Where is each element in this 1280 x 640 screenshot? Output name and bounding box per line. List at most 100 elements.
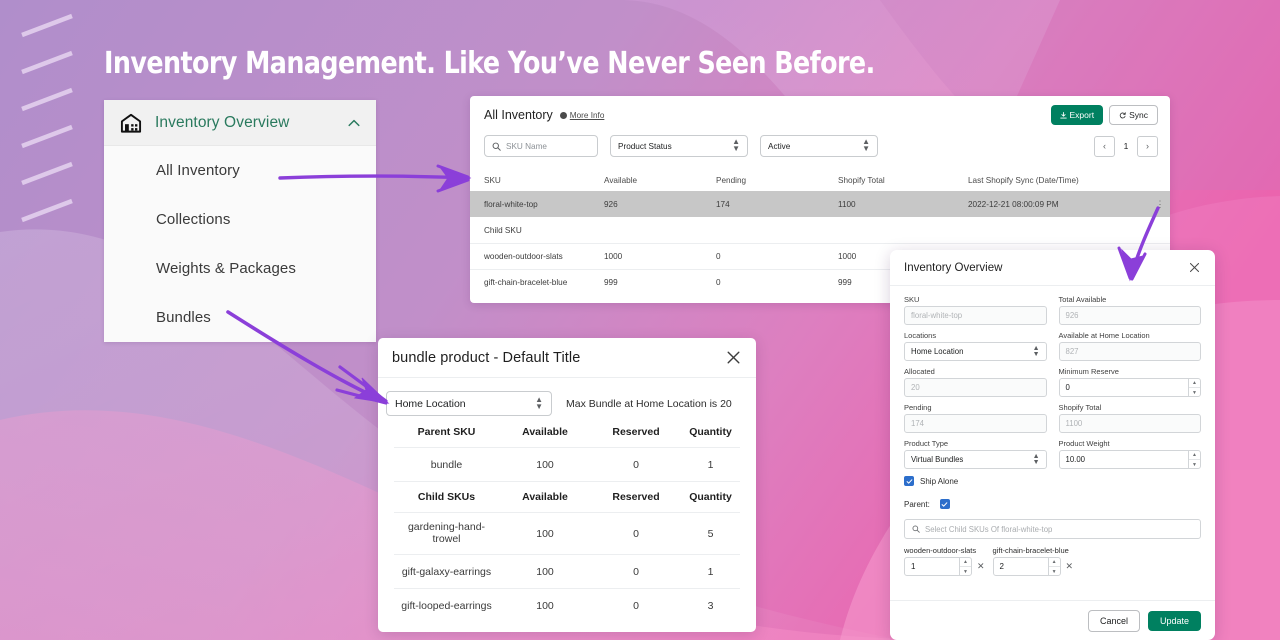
update-button[interactable]: Update bbox=[1147, 610, 1201, 631]
close-icon[interactable] bbox=[725, 349, 742, 366]
sidebar-item-all-inventory[interactable]: All Inventory bbox=[104, 146, 376, 195]
field-label: Minimum Reserve bbox=[1058, 367, 1119, 376]
total-available-input[interactable]: 926 bbox=[1058, 306, 1201, 325]
select-caret-icon: ▲ ▼ bbox=[862, 137, 870, 153]
product-status-select[interactable]: Product Status ▲ ▼ bbox=[610, 135, 748, 157]
cell-quantity: 3 bbox=[707, 599, 714, 612]
locations-select[interactable]: Home Location ▲ ▼ bbox=[904, 342, 1047, 361]
page-number: 1 bbox=[1123, 141, 1129, 151]
allocated-input[interactable]: 20 bbox=[904, 378, 1047, 397]
field-label: SKU bbox=[904, 295, 920, 304]
more-info-label: More Info bbox=[569, 110, 605, 120]
stepper-icon[interactable]: ▲ ▼ bbox=[1188, 450, 1200, 469]
minimum-reserve-stepper[interactable]: 0 ▲ ▼ bbox=[1058, 378, 1201, 397]
sidebar-header[interactable]: Inventory Overview bbox=[104, 100, 376, 146]
ship-alone-row[interactable]: Ship Alone bbox=[904, 476, 1201, 486]
inventory-toolbar: All Inventory More Info Export Sync bbox=[470, 96, 1170, 125]
available-home-input[interactable]: 827 bbox=[1058, 342, 1201, 361]
child-sku-chip: wooden-outdoor-slats 1 ▲ ▼ ✕ bbox=[904, 546, 985, 576]
next-page-button[interactable]: › bbox=[1137, 135, 1158, 157]
remove-chip-icon[interactable]: ✕ bbox=[1066, 561, 1074, 572]
product-type-select[interactable]: Virtual Bundles ▲ ▼ bbox=[904, 450, 1047, 469]
field-row: SKU floral-white-top Total Available 926 bbox=[904, 295, 1201, 325]
cell-available: 100 bbox=[536, 458, 554, 471]
child-sku-chips: wooden-outdoor-slats 1 ▲ ▼ ✕ gift-chain-b… bbox=[904, 546, 1201, 576]
refresh-icon bbox=[1119, 111, 1126, 118]
field-locations: Locations Home Location ▲ ▼ bbox=[904, 331, 1047, 361]
product-status-value: Product Status bbox=[618, 141, 672, 151]
cell-reserved: 0 bbox=[633, 458, 639, 471]
bundle-parent-table: Parent SKU Available Reserved Quantity b… bbox=[378, 416, 756, 481]
prev-page-button[interactable]: ‹ bbox=[1094, 135, 1115, 157]
column-header-reserved: Reserved bbox=[612, 425, 660, 438]
sync-button[interactable]: Sync bbox=[1109, 105, 1158, 125]
cell-child-sku: gardening-hand- trowel bbox=[407, 520, 486, 545]
column-header-available: Available bbox=[604, 175, 638, 185]
shopify-total-input[interactable]: 1100 bbox=[1058, 414, 1201, 433]
cell-available: 999 bbox=[604, 278, 618, 287]
cell-available: 100 bbox=[536, 565, 554, 578]
chip-quantity-stepper[interactable]: 1 ▲ ▼ bbox=[904, 557, 972, 576]
table-row: gift-galaxy-earrings 100 0 1 bbox=[394, 554, 740, 588]
field-label: Allocated bbox=[904, 367, 935, 376]
cell-pending: 0 bbox=[716, 278, 721, 287]
chip-quantity-stepper[interactable]: 2 ▲ ▼ bbox=[992, 557, 1061, 576]
sidebar-item-bundles[interactable]: Bundles bbox=[104, 293, 376, 342]
select-caret-icon: ▲ ▼ bbox=[535, 394, 543, 411]
field-shopify-total: Shopify Total 1100 bbox=[1058, 403, 1201, 433]
table-row[interactable]: floral-white-top 926 174 1100 2022-12-21… bbox=[470, 191, 1170, 217]
sku-search-input[interactable]: SKU Name bbox=[484, 135, 598, 157]
field-available-home: Available at Home Location 827 bbox=[1058, 331, 1201, 361]
pending-input[interactable]: 174 bbox=[904, 414, 1047, 433]
close-icon[interactable] bbox=[1188, 261, 1201, 274]
field-label: Product Type bbox=[904, 439, 949, 448]
stepper-icon[interactable]: ▲ ▼ bbox=[959, 557, 971, 576]
more-info-link[interactable]: More Info bbox=[559, 110, 605, 120]
cell-quantity: 1 bbox=[707, 458, 714, 471]
field-label: Pending bbox=[904, 403, 932, 412]
sidebar-header-label: Inventory Overview bbox=[155, 113, 290, 131]
remove-chip-icon[interactable]: ✕ bbox=[977, 561, 985, 572]
ship-alone-checkbox[interactable] bbox=[904, 476, 914, 486]
bundle-location-select[interactable]: Home Location ▲ ▼ bbox=[386, 391, 552, 416]
parent-checkbox[interactable] bbox=[939, 499, 950, 509]
export-button[interactable]: Export bbox=[1050, 105, 1104, 125]
cell-sku: floral-white-top bbox=[484, 199, 538, 209]
field-label: Product Weight bbox=[1058, 439, 1110, 448]
cell-parent-sku: bundle bbox=[430, 458, 463, 471]
column-header-last-sync: Last Shopify Sync (Date/Time) bbox=[968, 175, 1079, 185]
pagination: ‹ 1 › bbox=[1094, 135, 1158, 157]
stepper-icon[interactable]: ▲ ▼ bbox=[1047, 557, 1060, 576]
cell-available: 100 bbox=[536, 527, 554, 540]
cancel-button[interactable]: Cancel bbox=[1087, 609, 1140, 632]
column-header-pending: Pending bbox=[716, 175, 747, 185]
select-caret-icon: ▲ ▼ bbox=[1032, 452, 1040, 466]
download-icon bbox=[1059, 111, 1067, 118]
bundle-location-value: Home Location bbox=[395, 397, 466, 410]
field-minimum-reserve: Minimum Reserve 0 ▲ ▼ bbox=[1058, 367, 1201, 397]
sidebar-item-weights-packages[interactable]: Weights & Packages bbox=[104, 244, 376, 293]
field-row: Locations Home Location ▲ ▼ Available at … bbox=[904, 331, 1201, 361]
sidebar-item-collections[interactable]: Collections bbox=[104, 195, 376, 244]
stepper-icon[interactable]: ▲ ▼ bbox=[1188, 378, 1200, 397]
field-pending: Pending 174 bbox=[904, 403, 1047, 433]
table-header-row: Parent SKU Available Reserved Quantity bbox=[394, 416, 740, 447]
table-row: gift-looped-earrings 100 0 3 bbox=[394, 588, 740, 622]
sku-input[interactable]: floral-white-top bbox=[904, 306, 1047, 325]
warehouse-icon bbox=[120, 113, 142, 133]
chevron-up-icon[interactable] bbox=[346, 115, 362, 131]
inventory-overview-panel: Inventory Overview SKU floral-white-top … bbox=[890, 250, 1215, 640]
overview-panel-title: Inventory Overview bbox=[904, 261, 1003, 274]
row-actions-kebab-icon[interactable]: ⋮ bbox=[1150, 199, 1170, 208]
active-status-select[interactable]: Active ▲ ▼ bbox=[760, 135, 878, 157]
overview-panel-body: SKU floral-white-top Total Available 926… bbox=[890, 286, 1215, 576]
product-weight-stepper[interactable]: 10.00 ▲ ▼ bbox=[1058, 450, 1201, 469]
child-sku-search-input[interactable]: Select Child SKUs Of floral-white-top bbox=[904, 519, 1201, 539]
table-header-row: Child SKUs Available Reserved Quantity bbox=[394, 481, 740, 512]
child-sku-search-placeholder: Select Child SKUs Of floral-white-top bbox=[925, 524, 1053, 534]
info-icon bbox=[559, 111, 567, 119]
sidebar-item-label: Collections bbox=[156, 211, 231, 228]
cell-shopify-total: 1100 bbox=[838, 199, 856, 209]
cell-pending: 0 bbox=[716, 252, 721, 261]
bundle-modal-title: bundle product - Default Title bbox=[392, 349, 581, 366]
